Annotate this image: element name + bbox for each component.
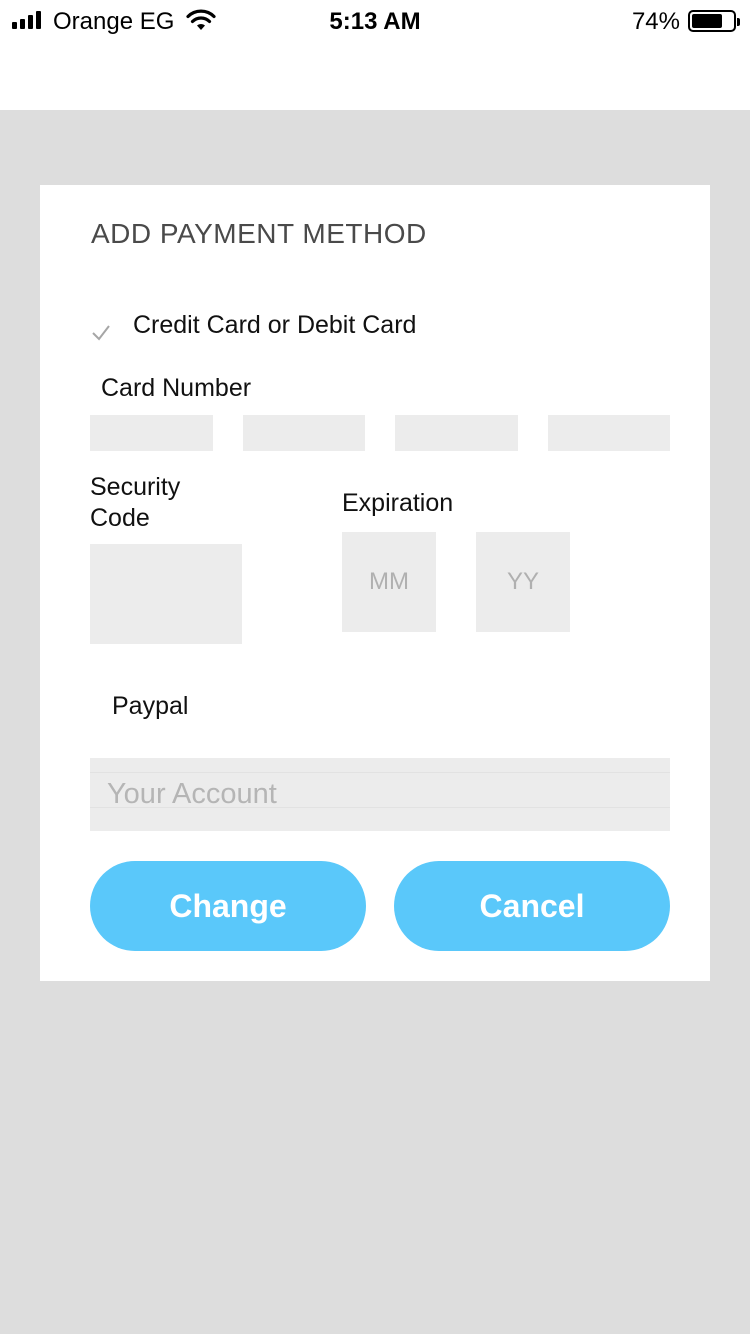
- paypal-account-input[interactable]: [90, 758, 670, 831]
- month-placeholder: MM: [369, 568, 409, 595]
- paypal-option[interactable]: Paypal: [112, 691, 188, 722]
- battery-fill: [692, 14, 722, 28]
- payment-dialog: ADD PAYMENT METHOD Credit Card or Debit …: [40, 185, 710, 981]
- account-divider-bottom: [90, 807, 670, 808]
- expiration-label: Expiration: [342, 489, 454, 517]
- checkmark-icon[interactable]: [90, 321, 112, 343]
- card-number-field-4[interactable]: [548, 415, 670, 451]
- credit-card-option[interactable]: Credit Card or Debit Card: [133, 311, 416, 340]
- dialog-title: ADD PAYMENT METHOD: [91, 218, 427, 249]
- header: Orange EG 5:13 AM 74%: [0, 0, 750, 110]
- year-placeholder: YY: [506, 568, 539, 595]
- card-number-label: Card Number: [101, 374, 252, 402]
- battery-icon: [688, 10, 740, 32]
- security-code-label: Security Code: [90, 473, 181, 532]
- security-code-field[interactable]: [90, 544, 242, 644]
- change-button[interactable]: Change: [90, 861, 366, 951]
- cancel-button[interactable]: Cancel: [394, 861, 670, 951]
- status-bar: Orange EG 5:13 AM 74%: [0, 0, 750, 42]
- account-divider-top: [90, 772, 670, 773]
- expiration-month-field[interactable]: MM: [342, 532, 436, 632]
- battery-percent: 74%: [631, 8, 680, 35]
- card-number-field-1[interactable]: [90, 415, 213, 451]
- expiration-year-field[interactable]: YY: [476, 532, 570, 632]
- card-number-field-3[interactable]: [395, 415, 518, 451]
- card-number-field-2[interactable]: [243, 415, 365, 451]
- page: Orange EG 5:13 AM 74% ADD PAYMENT METHOD…: [0, 0, 750, 1334]
